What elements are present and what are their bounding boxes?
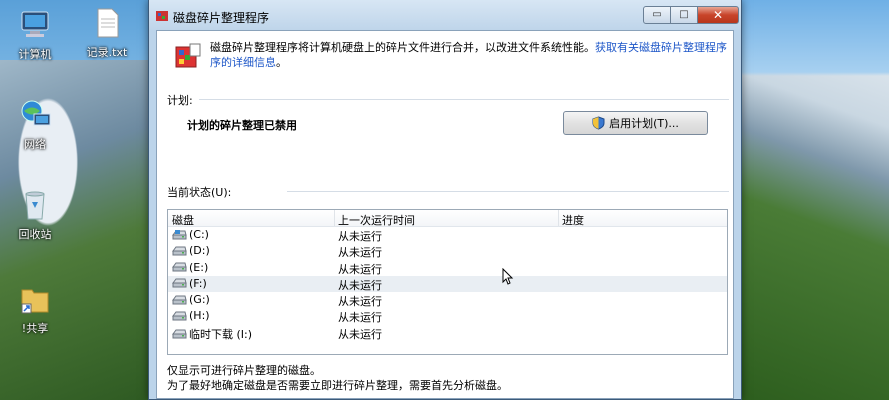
disk-name-cell: (H:) [172, 309, 210, 322]
maximize-icon: □ [679, 9, 689, 20]
desktop-wallpaper-right [739, 0, 889, 400]
column-separator[interactable] [558, 210, 559, 226]
close-button[interactable]: ✕ [697, 6, 739, 24]
desktop-icon-computer[interactable]: 计算机 [0, 8, 70, 62]
more-info-link-text-1: 获取有关磁盘碎片整理程序 [595, 41, 727, 54]
disk-row[interactable]: (F:) 从未运行 [168, 275, 727, 293]
last-run-cell: 从未运行 [338, 311, 382, 325]
intro-description: 磁盘碎片整理程序将计算机硬盘上的碎片文件进行合并，以改进文件系统性能。 [210, 41, 595, 54]
defrag-header-icon [175, 43, 201, 68]
schedule-group-label: 计划: [167, 94, 193, 107]
disk-name: (H:) [189, 309, 210, 323]
disk-row[interactable]: (E:) 从未运行 [168, 260, 727, 276]
title-bar[interactable]: 磁盘碎片整理程序 ▭ □ ✕ [149, 0, 741, 30]
schedule-status: 计划的碎片整理已禁用 [187, 119, 297, 132]
disk-row[interactable]: (C:) 从未运行 [168, 227, 727, 243]
footnote-line-2: 为了最好地确定磁盘是否需要立即进行碎片整理，需要首先分析磁盘。 [167, 379, 508, 392]
disk-name-cell: (G:) [172, 293, 210, 306]
mouse-cursor-icon [502, 268, 514, 285]
minimize-button[interactable]: ▭ [643, 6, 671, 24]
disk-row[interactable]: 临时下载 (I:) 从未运行 [168, 325, 727, 341]
desktop-icon-label: !共享 [21, 322, 49, 335]
window-title: 磁盘碎片整理程序 [173, 11, 270, 25]
disk-name-cell: (F:) [172, 277, 207, 290]
disk-name-cell: (D:) [172, 244, 210, 257]
current-status-divider [287, 191, 729, 192]
defrag-window: 磁盘碎片整理程序 ▭ □ ✕ 磁盘碎片整理程序将计算机硬盘上的碎片文件进行合并，… [148, 0, 742, 400]
enable-schedule-label: 启用计划(T)... [609, 117, 679, 130]
last-run-cell: 从未运行 [338, 230, 382, 243]
desktop-icon-share[interactable]: !共享 [0, 282, 70, 336]
column-header-last-run[interactable]: 上一次运行时间 [338, 212, 415, 228]
drive-icon [172, 295, 187, 305]
schedule-divider [199, 99, 729, 100]
desktop-icon-text-file[interactable]: 记录.txt [72, 6, 142, 60]
disk-row[interactable]: (H:) 从未运行 [168, 308, 727, 324]
disk-name-cell: (C:) [172, 228, 209, 241]
drive-icon [172, 246, 187, 256]
intro-text: 磁盘碎片整理程序将计算机硬盘上的碎片文件进行合并，以改进文件系统性能。获取有关磁… [210, 40, 730, 70]
disk-list-header: 磁盘 上一次运行时间 进度 [168, 210, 727, 227]
network-icon [21, 100, 51, 126]
drive-icon [172, 262, 187, 272]
minimize-icon: ▭ [652, 9, 662, 20]
disk-name: (C:) [189, 228, 209, 241]
current-status-label: 当前状态(U): [167, 186, 232, 199]
recycle-bin-icon [25, 191, 45, 220]
disk-name: (E:) [189, 260, 209, 274]
last-run-cell: 从未运行 [338, 262, 382, 276]
disk-name: (F:) [189, 276, 207, 290]
drive-icon [172, 311, 187, 321]
enable-schedule-button[interactable]: 启用计划(T)... [563, 111, 708, 135]
column-header-disk[interactable]: 磁盘 [172, 212, 194, 228]
disk-list[interactable]: 磁盘 上一次运行时间 进度 (C:) 从未运行 (D:) 从未运行 (E:) 从未运行 (F… [167, 209, 728, 355]
last-run-cell: 从未运行 [338, 278, 382, 292]
maximize-button[interactable]: □ [670, 6, 698, 24]
last-run-cell: 从未运行 [338, 327, 382, 341]
folder-shortcut-icon [21, 289, 49, 314]
disk-list-rows: (C:) 从未运行 (D:) 从未运行 (E:) 从未运行 (F:) 从未运行 (G:) 从未运行… [168, 227, 727, 341]
disk-name: (D:) [189, 244, 210, 258]
desktop-icon-network[interactable]: 网络 [0, 98, 70, 152]
desktop-icon-label: 计算机 [18, 48, 52, 61]
disk-name-cell: (E:) [172, 261, 208, 274]
defrag-app-icon [156, 11, 168, 21]
column-header-progress[interactable]: 进度 [562, 212, 584, 228]
last-run-cell: 从未运行 [338, 246, 382, 260]
desktop-icon-label: 记录.txt [86, 46, 128, 59]
close-icon: ✕ [712, 8, 724, 22]
desktop-icon-label: 回收站 [18, 228, 52, 241]
footnote-line-1: 仅显示可进行碎片整理的磁盘。 [167, 364, 321, 377]
last-run-cell: 从未运行 [338, 295, 382, 309]
intro-tail: 。 [276, 56, 287, 69]
desktop-icon-recycle-bin[interactable]: 回收站 [0, 188, 70, 242]
uac-shield-icon [592, 116, 605, 130]
more-info-link-text-2: 序的详细信息 [210, 56, 276, 69]
drive-icon [172, 329, 187, 339]
drive-icon [172, 278, 187, 288]
disk-name: (G:) [189, 293, 210, 307]
computer-icon [21, 11, 49, 37]
disk-row[interactable]: (G:) 从未运行 [168, 292, 727, 308]
disk-name: 临时下载 (I:) [189, 327, 253, 341]
disk-row[interactable]: (D:) 从未运行 [168, 243, 727, 259]
column-separator[interactable] [334, 210, 335, 226]
system-drive-icon [172, 229, 187, 239]
desktop-icon-label: 网络 [24, 138, 46, 151]
window-content: 磁盘碎片整理程序将计算机硬盘上的碎片文件进行合并，以改进文件系统性能。获取有关磁… [156, 30, 734, 399]
text-file-icon [97, 8, 119, 38]
disk-name-cell: 临时下载 (I:) [172, 326, 252, 342]
